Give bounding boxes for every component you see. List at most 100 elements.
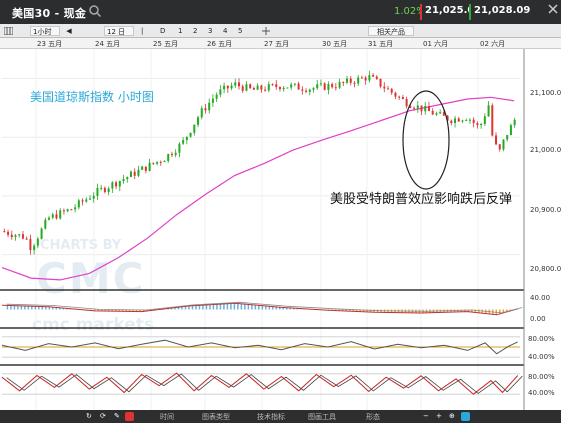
candle-body [260,85,263,90]
candle-body [197,117,200,125]
buy-price-button[interactable]: 21,028.09 [469,4,530,20]
candle-body [297,83,300,90]
date-label: 31 五月 [368,40,394,48]
candle-body [405,98,408,107]
interval-select[interactable]: 1小时 [30,26,60,36]
candle-body [226,85,229,89]
tool-indicators[interactable]: 技术指标 [257,412,285,422]
candle-body [327,84,330,90]
sync-icon[interactable]: ⟳ [100,412,106,420]
fit-icon[interactable]: ⊕ [449,412,455,420]
histogram-bar [240,303,243,310]
macd-label: 0.00 [530,315,546,323]
histogram-bar [219,304,222,310]
lock-icon[interactable]: ✎ [114,412,120,420]
timeframe-4[interactable]: 4 [223,26,227,36]
candle-body [252,88,255,90]
histogram-bar [478,309,480,313]
candle-body [219,89,222,95]
candle-body [413,107,416,109]
histogram-bar [188,306,190,310]
candle-body [36,238,39,246]
candle-body [439,112,442,114]
alert-icon[interactable] [125,412,134,421]
timeframe-2[interactable]: 2 [193,26,197,36]
histogram-bar [20,305,23,310]
date-label: 26 五月 [207,40,233,48]
histogram-bar [202,305,204,310]
oscillator-panels [0,289,561,395]
candle-body [200,108,203,118]
settings-icon[interactable] [461,412,470,421]
candle-body [398,96,401,98]
tool-time[interactable]: 时间 [160,412,174,422]
date-label: 01 六月 [423,40,449,48]
candle-body [115,182,118,187]
zoom-out-icon[interactable]: − [423,412,429,420]
date-label: 24 五月 [95,40,121,48]
tf-separator: | [141,27,144,35]
tool-chart-type[interactable]: 图表类型 [202,412,230,422]
candle-body [129,171,132,178]
timeframe-d[interactable]: D [160,26,165,36]
candle-body [178,143,181,153]
stoch-label: 40.00% [528,389,555,397]
candle-body [156,161,159,164]
tool-drawing[interactable]: 图画工具 [308,412,336,422]
candle-body [182,140,185,144]
tool-patterns[interactable]: 形态 [366,412,380,422]
candle-body [454,118,457,124]
candle-body [301,89,304,91]
candle-body [48,217,51,220]
candle-body [163,160,166,163]
candle-body [237,82,240,87]
candle-body [483,116,486,124]
date-label: 25 五月 [153,40,179,48]
candle-body [21,234,24,239]
candle-body [51,214,54,218]
macd-label: 40.00 [530,294,550,302]
candle-body [159,161,162,163]
chart-area[interactable]: CHARTS BY CMC cmc markets 21,100.00 21,0… [0,49,561,410]
candle-body [468,119,471,121]
candle-body [70,209,73,211]
prev-arrow-icon[interactable]: ◀ [66,26,72,36]
candle-body [144,166,147,171]
date-range-select[interactable]: 12 日 [104,26,134,36]
candle-body [18,234,21,236]
candle-body [189,132,192,137]
candle-body [25,238,28,240]
price-chart[interactable]: 21,100.00 21,000.00 20,900.00 20,800.00 … [0,49,561,410]
candle-body [305,90,308,92]
timeframe-3[interactable]: 3 [208,26,212,36]
candle-body [457,118,460,122]
timeframe-1[interactable]: 1 [178,26,182,36]
date-label: 02 六月 [480,40,506,48]
candle-body [185,136,188,141]
candle-body [346,78,349,83]
timeframe-5[interactable]: 5 [238,26,242,36]
candle-body [33,245,36,251]
histogram-bar [251,304,253,310]
zoom-in-icon[interactable]: + [436,412,442,420]
candle-body [386,88,389,90]
sell-price-button[interactable]: 21,025.09 [420,4,481,20]
close-icon[interactable] [548,4,558,14]
candle-body [118,181,121,187]
search-icon[interactable] [88,4,102,18]
related-products-button[interactable]: 相关产品 [368,26,414,36]
refresh-icon[interactable]: ↻ [86,412,92,420]
instrument-title[interactable]: 美国30 - 现金 [12,5,86,21]
candle-body [431,110,434,115]
histogram-bar [258,305,260,310]
histogram-bar [247,304,250,310]
bottom-toolbar: ↻ ⟳ ✎ 时间 图表类型 技术指标 图画工具 形态 − + ⊕ [0,410,561,423]
crosshair-icon[interactable] [262,27,270,35]
candle-body [312,88,315,90]
date-label: 27 五月 [264,40,290,48]
candle-body [122,179,125,182]
grid-icon[interactable] [4,27,13,35]
candle-body [267,84,270,91]
candle-body [211,98,214,103]
chart-title-annotation: 美国道琼斯指数 小时图 [30,89,154,104]
